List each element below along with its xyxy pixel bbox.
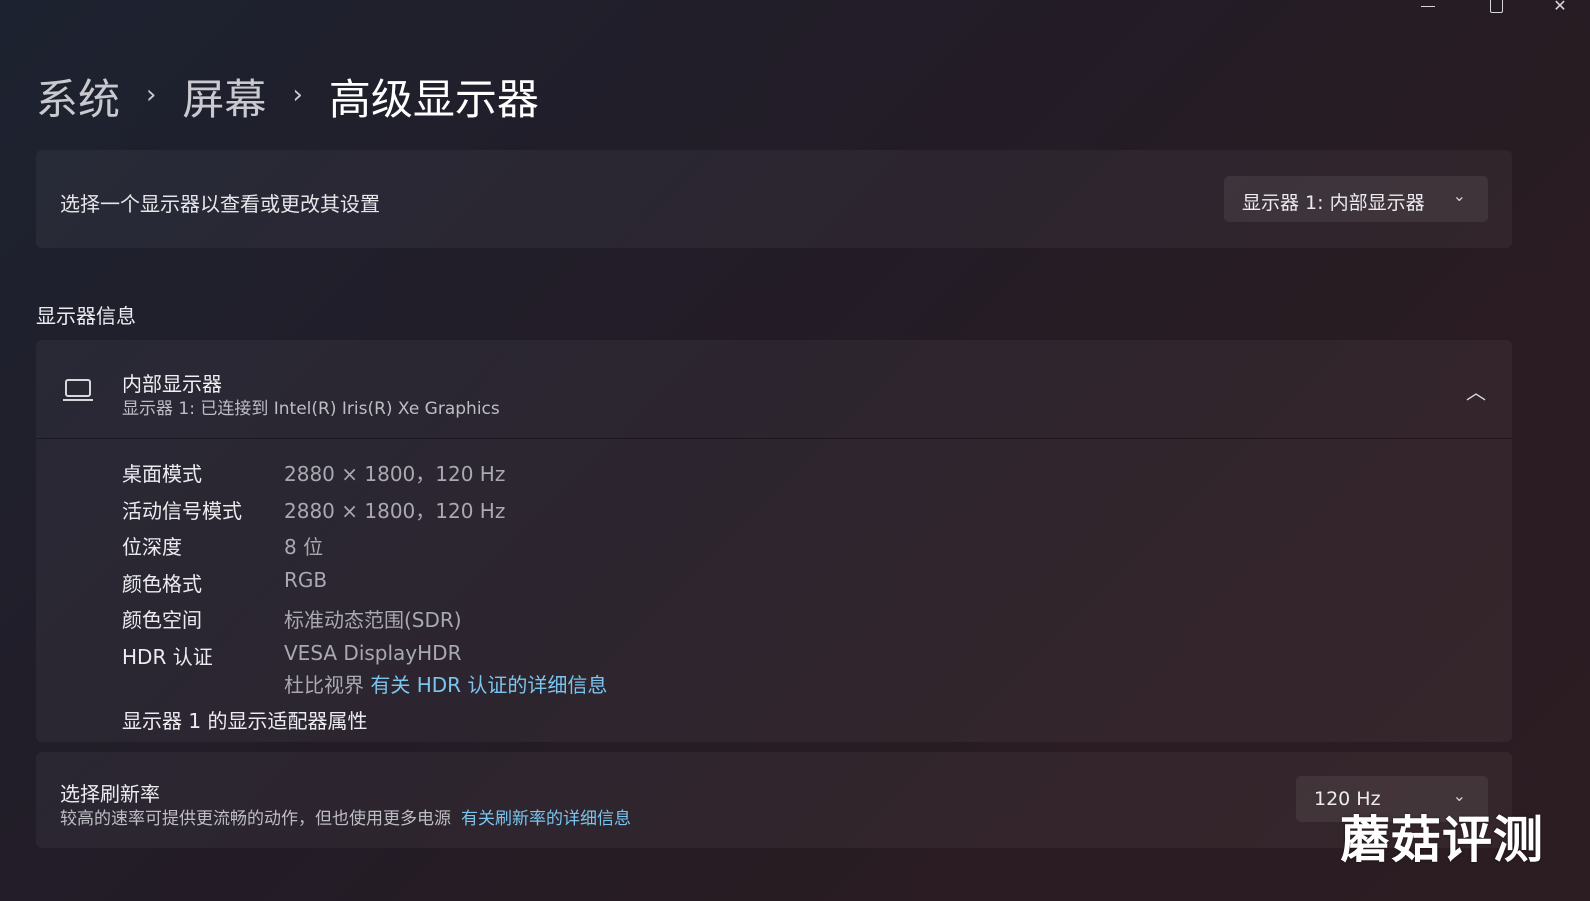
page-title: 高级显示器 xyxy=(328,75,539,124)
display-select-card: 选择一个显示器以查看或更改其设置 显示器 1: 内部显示器 ⌄ xyxy=(36,150,1512,248)
refresh-rate-description-text: 较高的速率可提供更流畅的动作，但也使用更多电源 xyxy=(60,809,451,829)
breadcrumb-separator-icon: › xyxy=(146,79,157,110)
minimize-icon xyxy=(1421,6,1435,7)
laptop-icon xyxy=(63,379,93,401)
info-row-value: 标准动态范围(SDR) xyxy=(284,608,462,632)
maximize-icon xyxy=(1489,0,1503,13)
breadcrumb-separator-icon: › xyxy=(292,79,303,110)
display-info-subtitle: 显示器 1: 已连接到 Intel(R) Iris(R) Xe Graphics xyxy=(122,399,500,419)
info-row-value: 8 位 xyxy=(284,535,324,559)
display-info-title: 内部显示器 xyxy=(122,372,222,396)
section-title-display-info: 显示器信息 xyxy=(36,304,136,328)
info-row-color-space: 颜色空间 标准动态范围(SDR) xyxy=(122,604,922,634)
info-row-key: 颜色格式 xyxy=(122,572,202,596)
watermark: 蘑菇评测 xyxy=(1340,811,1544,869)
display-info-header[interactable]: 内部显示器 显示器 1: 已连接到 Intel(R) Iris(R) Xe Gr… xyxy=(36,340,1512,439)
refresh-rate-description: 较高的速率可提供更流畅的动作，但也使用更多电源 有关刷新率的详细信息 xyxy=(60,804,631,829)
info-row-hdr-extra: 杜比视界 有关 HDR 认证的详细信息 xyxy=(122,669,922,699)
refresh-rate-title: 选择刷新率 xyxy=(60,782,160,806)
info-row-value: 2880 × 1800，120 Hz xyxy=(284,499,506,523)
info-row-desktop-mode: 桌面模式 2880 × 1800，120 Hz xyxy=(122,458,922,488)
info-row-color-format: 颜色格式 RGB xyxy=(122,568,922,598)
info-row-key: 位深度 xyxy=(122,535,182,559)
info-row-key: 活动信号模式 xyxy=(122,499,242,523)
info-row-value: VESA DisplayHDR xyxy=(284,641,462,665)
dolby-vision-label: 杜比视界 xyxy=(284,673,364,697)
display-select-label: 选择一个显示器以查看或更改其设置 xyxy=(60,192,380,216)
minimize-button[interactable] xyxy=(1408,0,1448,20)
refresh-rate-details-link[interactable]: 有关刷新率的详细信息 xyxy=(461,809,631,829)
info-row-key: 桌面模式 xyxy=(122,462,202,486)
info-row-active-signal: 活动信号模式 2880 × 1800，120 Hz xyxy=(122,495,922,525)
display-select-value: 显示器 1: 内部显示器 xyxy=(1242,192,1425,214)
hdr-details-link[interactable]: 有关 HDR 认证的详细信息 xyxy=(370,673,607,697)
info-row-value: 2880 × 1800，120 Hz xyxy=(284,462,506,486)
display-select-dropdown[interactable]: 显示器 1: 内部显示器 ⌄ xyxy=(1224,176,1488,222)
info-row-key: HDR 认证 xyxy=(122,645,213,669)
chevron-up-icon[interactable]: ︿ xyxy=(1466,376,1486,405)
info-row-hdr-cert: HDR 认证 VESA DisplayHDR xyxy=(122,641,922,671)
breadcrumb: 系统 › 屏幕 › 高级显示器 xyxy=(36,66,539,127)
maximize-button[interactable] xyxy=(1476,0,1516,20)
info-row-bit-depth: 位深度 8 位 xyxy=(122,531,922,561)
chevron-down-icon: ⌄ xyxy=(1452,186,1466,205)
adapter-properties-link[interactable]: 显示器 1 的显示适配器属性 xyxy=(122,705,367,734)
info-row-key: 颜色空间 xyxy=(122,608,202,632)
breadcrumb-item-display[interactable]: 屏幕 xyxy=(182,66,266,127)
info-row-adapter: 显示器 1 的显示适配器属性 xyxy=(122,705,922,735)
refresh-rate-card: 选择刷新率 较高的速率可提供更流畅的动作，但也使用更多电源 有关刷新率的详细信息 … xyxy=(36,752,1512,848)
hdr-extra-line: 杜比视界 有关 HDR 认证的详细信息 xyxy=(284,669,607,698)
close-button[interactable]: ✕ xyxy=(1540,0,1580,20)
info-row-value: RGB xyxy=(284,568,328,592)
breadcrumb-item-system[interactable]: 系统 xyxy=(36,66,120,127)
close-icon: ✕ xyxy=(1553,0,1567,15)
display-info-card: 内部显示器 显示器 1: 已连接到 Intel(R) Iris(R) Xe Gr… xyxy=(36,340,1512,742)
